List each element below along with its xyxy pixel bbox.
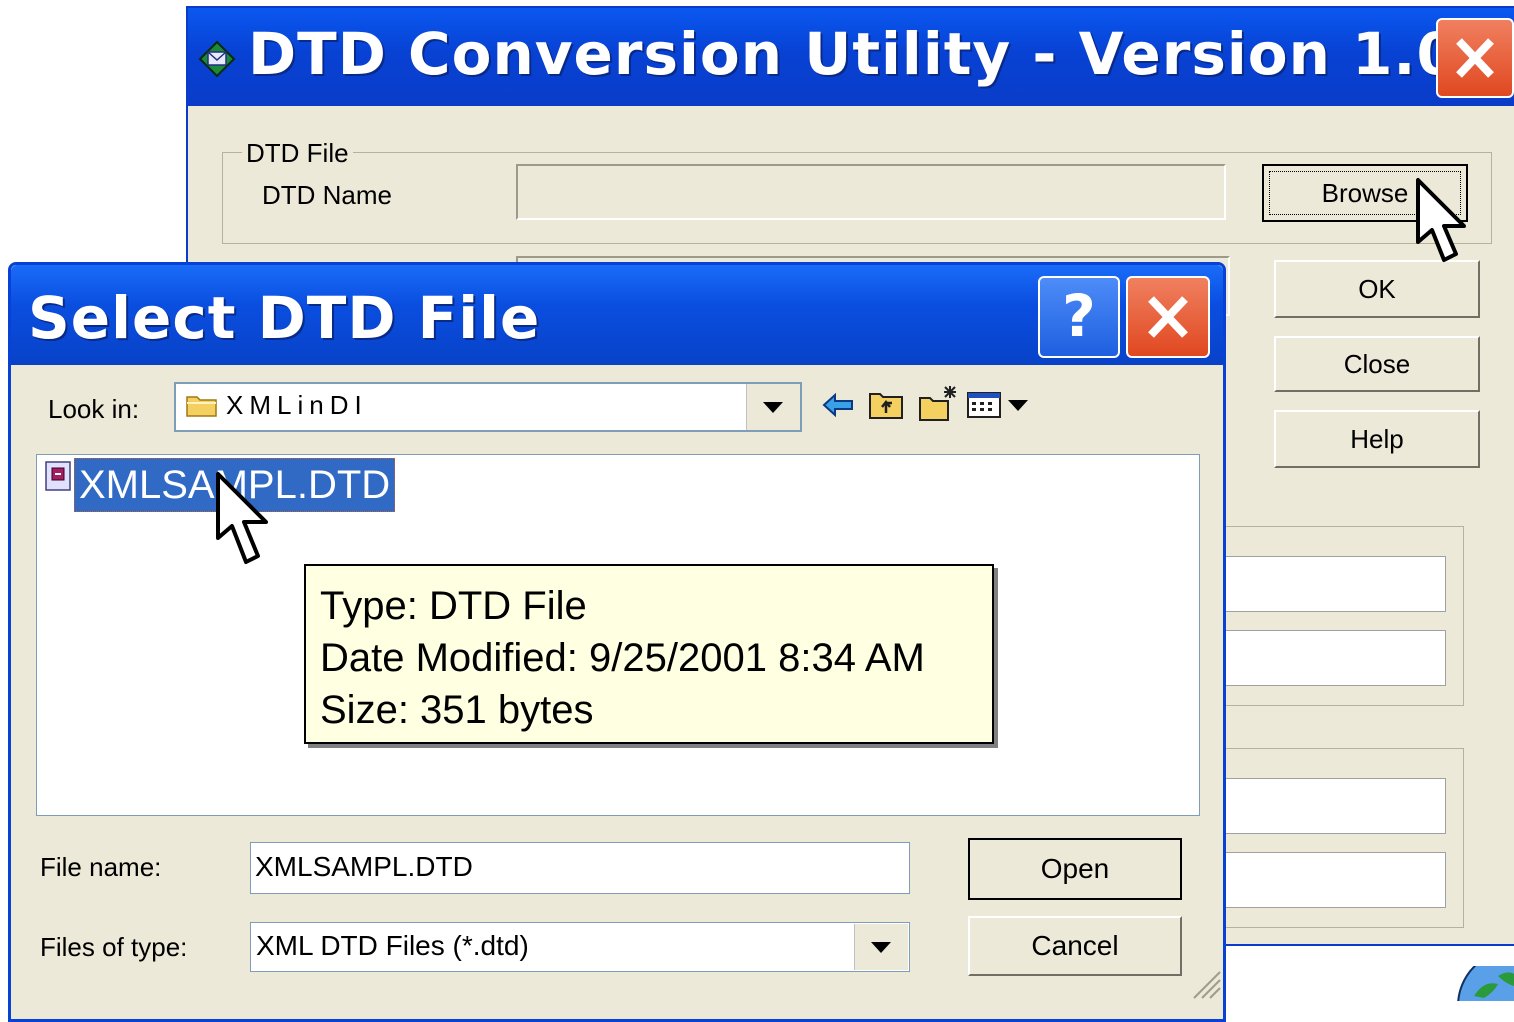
close-button-label: Close: [1343, 348, 1411, 379]
main-close-button[interactable]: [1436, 18, 1514, 98]
files-of-type-value: XML DTD Files (*.dtd): [256, 930, 529, 961]
mouse-cursor-icon: [1416, 178, 1466, 262]
close-button[interactable]: Close: [1274, 336, 1480, 392]
open-button[interactable]: Open: [968, 838, 1182, 900]
main-window-title: DTD Conversion Utility - Version 1.00: [248, 20, 1500, 88]
file-info-tooltip: Type: DTD File Date Modified: 9/25/2001 …: [304, 564, 994, 744]
dtd-name-label: DTD Name: [262, 180, 393, 210]
globe-icon: [1457, 966, 1514, 1001]
app-icon: [198, 40, 236, 78]
ok-button[interactable]: OK: [1274, 260, 1480, 318]
folder-icon: [186, 396, 217, 417]
look-in-label: Look in:: [48, 394, 140, 424]
option-field-1[interactable]: [1214, 556, 1446, 612]
cancel-button-label: Cancel: [1031, 930, 1119, 961]
help-button-label: Help: [1350, 423, 1404, 454]
files-of-type-dropdown-button[interactable]: [854, 924, 908, 970]
back-arrow-icon[interactable]: [822, 392, 854, 418]
question-mark-icon: ?: [1062, 282, 1096, 350]
close-icon: [1148, 296, 1188, 338]
file-name-label: File name:: [40, 852, 162, 882]
up-folder-icon[interactable]: [868, 386, 904, 420]
mouse-cursor-icon: [216, 472, 268, 564]
help-button[interactable]: Help: [1274, 410, 1480, 468]
dialog-close-button[interactable]: [1126, 276, 1210, 358]
cancel-button[interactable]: Cancel: [968, 916, 1182, 976]
new-folder-icon[interactable]: [918, 384, 958, 422]
dtd-file-icon[interactable]: [44, 460, 72, 492]
files-of-type-label: Files of type:: [40, 932, 188, 962]
close-icon: [1456, 38, 1494, 78]
resize-grip-icon[interactable]: [1186, 954, 1222, 1000]
look-in-dropdown-button[interactable]: [746, 384, 800, 430]
look-in-value: XMLinDI: [226, 390, 368, 420]
tooltip-date-modified: Date Modified: 9/25/2001 8:34 AM: [320, 636, 925, 680]
option-field-4[interactable]: [1214, 852, 1446, 908]
option-field-2[interactable]: [1214, 630, 1446, 686]
tooltip-size: Size: 351 bytes: [320, 688, 594, 732]
chevron-down-icon: [763, 402, 783, 413]
dtd-name-field[interactable]: [516, 164, 1226, 220]
dialog-title: Select DTD File: [28, 284, 541, 352]
option-field-3[interactable]: [1214, 778, 1446, 834]
views-menu-icon[interactable]: [966, 390, 1036, 420]
file-name-input[interactable]: XMLSAMPL.DTD: [250, 842, 910, 894]
ok-button-label: OK: [1358, 273, 1396, 304]
dtd-file-group-label: DTD File: [242, 138, 353, 169]
chevron-down-icon: [871, 942, 891, 953]
open-button-label: Open: [1040, 853, 1110, 884]
dialog-help-button[interactable]: ?: [1038, 276, 1120, 358]
tooltip-type: Type: DTD File: [320, 584, 587, 628]
